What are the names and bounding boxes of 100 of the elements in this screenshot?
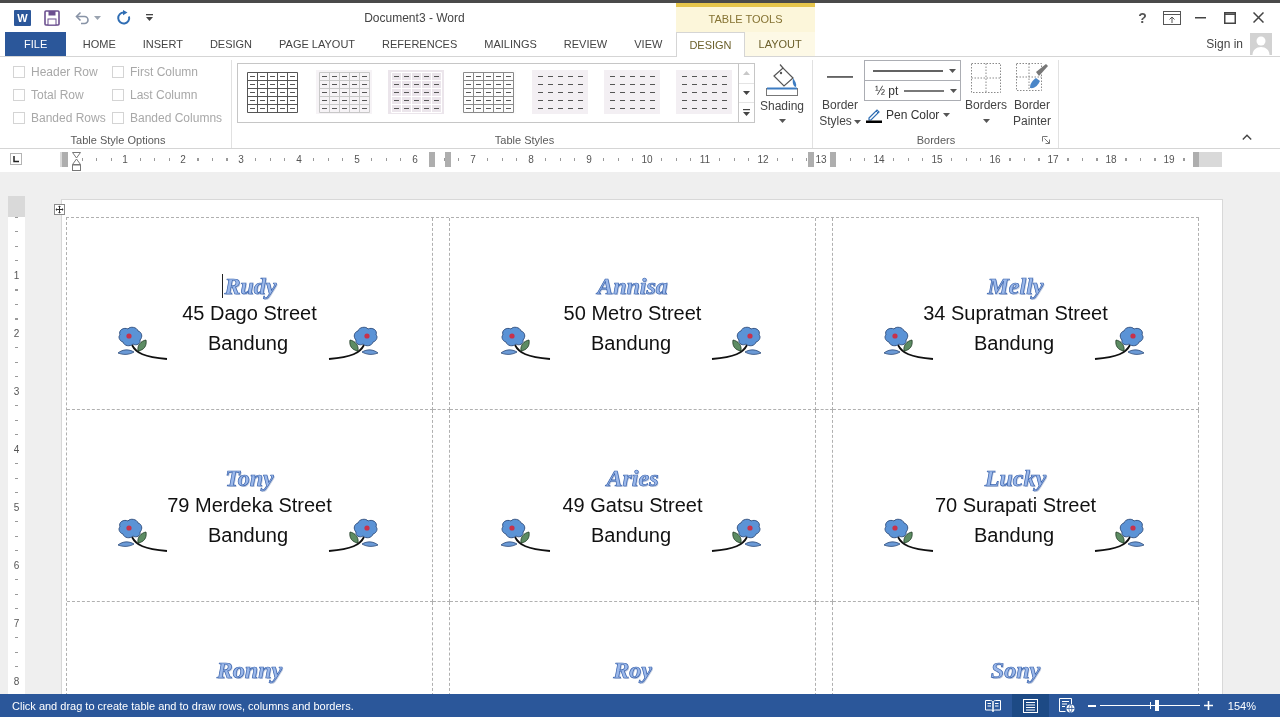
line-weight-dropdown[interactable]: ½ pt	[864, 81, 961, 101]
dialog-launcher-icon[interactable]	[1042, 135, 1050, 144]
repeat-icon[interactable]	[116, 9, 132, 26]
flower-icon	[711, 326, 763, 360]
table-style-icon[interactable]	[388, 70, 444, 114]
ribbon-tab[interactable]: DESIGN	[675, 32, 746, 57]
checkbox-label: Banded Rows	[31, 110, 106, 125]
address-line: Bandung	[973, 523, 1055, 547]
address-line: 70 Surapati Street	[934, 493, 1097, 517]
column-marker-icon[interactable]	[445, 152, 451, 167]
table-style-icon[interactable]	[244, 70, 300, 114]
caret-icon	[982, 119, 990, 123]
file-tab[interactable]: FILE	[5, 32, 67, 56]
flower-icon	[882, 326, 934, 360]
ruler-number: 16	[988, 154, 1002, 165]
ruler-number: 1	[12, 269, 21, 281]
sign-in-link[interactable]: Sign in	[1206, 37, 1243, 51]
dotted-grid-icon	[971, 63, 1001, 93]
help-button[interactable]: ?	[1138, 9, 1147, 26]
pen-icon	[866, 107, 882, 123]
grid-brush-icon	[1016, 63, 1048, 93]
ruler-number: 5	[353, 154, 361, 165]
recipient-name: Annisa	[597, 272, 668, 300]
ruler-number: 19	[1162, 154, 1176, 165]
column-marker-icon[interactable]	[429, 152, 435, 167]
paint-bucket-icon	[765, 64, 799, 96]
checkbox-label: Last Column	[130, 87, 198, 102]
column-marker-icon[interactable]	[1193, 152, 1199, 167]
border-styles-button[interactable]: Border Styles	[818, 60, 862, 129]
caret-icon	[94, 15, 101, 20]
scroll-down-icon[interactable]	[743, 91, 750, 95]
flower-icon	[711, 518, 763, 552]
ribbon-tab[interactable]: INSERT	[129, 32, 197, 56]
ribbon-tab[interactable]: HOME	[69, 32, 130, 56]
address-line: 49 Gatsu Street	[562, 493, 703, 517]
ribbon-tab[interactable]: REVIEW	[550, 32, 621, 56]
table-style-icon[interactable]	[604, 70, 660, 114]
caret-icon	[853, 119, 861, 124]
ruler-number: 7	[12, 617, 21, 629]
address-line: 79 Merdeka Street	[167, 493, 332, 517]
table-move-handle-icon[interactable]	[54, 204, 65, 215]
column-marker-icon[interactable]	[830, 152, 836, 167]
flower-icon	[499, 326, 551, 360]
checkbox-label: Banded Columns	[130, 110, 223, 125]
more-styles-icon[interactable]	[743, 109, 750, 117]
address-line: 45 Dago Street	[182, 301, 317, 325]
app-icon[interactable]: W	[14, 9, 31, 26]
ruler-number: 4	[295, 154, 303, 165]
tab-stop-selector-icon[interactable]	[10, 153, 22, 165]
table-style-icon[interactable]	[676, 70, 732, 114]
ribbon-tab[interactable]: DESIGN	[196, 32, 266, 56]
line-sample-icon	[827, 76, 853, 78]
flower-icon	[116, 326, 168, 360]
save-icon[interactable]	[44, 9, 60, 26]
indent-marker-icon[interactable]	[72, 152, 81, 171]
collapse-ribbon-icon[interactable]	[1242, 134, 1252, 141]
caret-icon	[950, 88, 958, 93]
ruler-number: 12	[756, 154, 770, 165]
zoom-level[interactable]: 154%	[1227, 699, 1256, 712]
window-title: Document3 - Word	[364, 10, 465, 25]
flower-icon	[328, 326, 380, 360]
column-marker-icon[interactable]	[62, 152, 68, 167]
ribbon-tab[interactable]: PAGE LAYOUT	[265, 32, 369, 56]
ribbon-tab[interactable]: LAYOUT	[745, 32, 816, 56]
border-painter-button[interactable]: Border Painter	[1010, 60, 1054, 129]
maximize-icon[interactable]	[1223, 11, 1236, 24]
group-label: Table Style Options	[70, 132, 166, 147]
customize-icon[interactable]	[146, 14, 153, 21]
caret-icon	[949, 68, 956, 73]
line-style-dropdown[interactable]	[864, 60, 961, 81]
recipient-name: Ronny	[216, 656, 283, 684]
zoom-in-icon[interactable]	[1203, 701, 1213, 710]
ribbon-tab[interactable]: VIEW	[620, 32, 676, 56]
undo-icon[interactable]	[74, 10, 90, 25]
zoom-slider-thumb[interactable]	[1154, 700, 1159, 711]
column-marker-icon[interactable]	[808, 152, 814, 167]
open-book-icon	[985, 699, 1002, 712]
address-line: Bandung	[590, 523, 672, 547]
address-line: Bandung	[207, 331, 289, 355]
table-style-icon[interactable]	[316, 70, 372, 114]
print-layout-button[interactable]	[1011, 694, 1049, 717]
borders-button[interactable]: Borders	[964, 60, 1008, 123]
pen-color-button[interactable]: Pen Color	[864, 107, 951, 123]
ribbon-tab[interactable]: REFERENCES	[368, 32, 471, 56]
address-line: 34 Supratman Street	[923, 301, 1108, 325]
ribbon-tab[interactable]: MAILINGS	[470, 32, 551, 56]
address-line: Bandung	[590, 331, 672, 355]
minimize-icon[interactable]	[1195, 16, 1206, 19]
globe-page-icon	[1059, 698, 1076, 713]
shading-button[interactable]: Shading	[758, 60, 806, 123]
close-icon[interactable]	[1253, 12, 1264, 23]
table-style-icon[interactable]	[532, 70, 588, 114]
group-label: Table Styles	[494, 132, 555, 147]
ruler-number: 14	[872, 154, 886, 165]
ruler-number: 8	[12, 675, 21, 687]
recipient-name: Sony	[990, 656, 1041, 684]
table-style-icon[interactable]	[460, 70, 516, 114]
ribbon-display-icon[interactable]	[1162, 10, 1181, 25]
zoom-out-icon[interactable]	[1087, 704, 1096, 707]
flower-icon	[499, 518, 551, 552]
